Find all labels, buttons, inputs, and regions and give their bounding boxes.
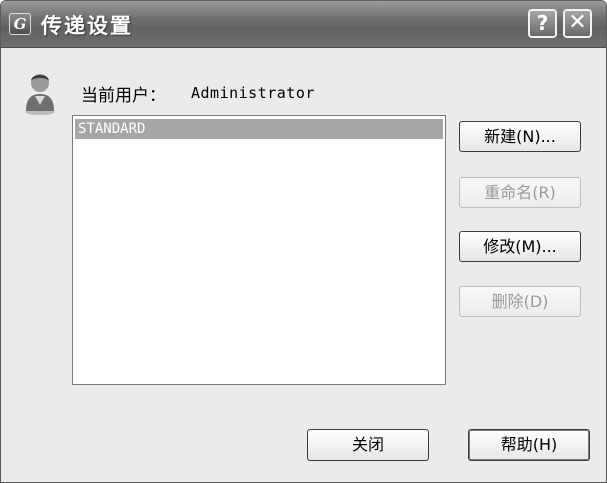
rename-button[interactable]: 重命名(R) [459, 177, 581, 208]
profile-listbox[interactable]: STANDARD [72, 115, 446, 385]
current-user-name: Administrator [191, 84, 315, 102]
dialog-title: 传递设置 [41, 14, 133, 38]
title-bar[interactable]: G 传递设置 ? ✕ [1, 1, 606, 48]
settings-dialog: G 传递设置 ? ✕ 当前用户： Administrator STANDARD … [0, 0, 607, 483]
help-button[interactable]: 帮助(H) [468, 429, 590, 461]
delete-button[interactable]: 删除(D) [459, 286, 581, 317]
current-user-label: 当前用户： [81, 86, 166, 106]
modify-button[interactable]: 修改(M)... [459, 231, 581, 262]
title-close-button[interactable]: ✕ [563, 9, 592, 38]
new-button[interactable]: 新建(N)... [459, 121, 581, 152]
app-logo-icon: G [9, 13, 31, 35]
user-icon [25, 74, 55, 115]
title-help-button[interactable]: ? [528, 9, 557, 38]
close-button[interactable]: 关闭 [307, 429, 429, 461]
list-item-selected[interactable]: STANDARD [75, 119, 443, 139]
